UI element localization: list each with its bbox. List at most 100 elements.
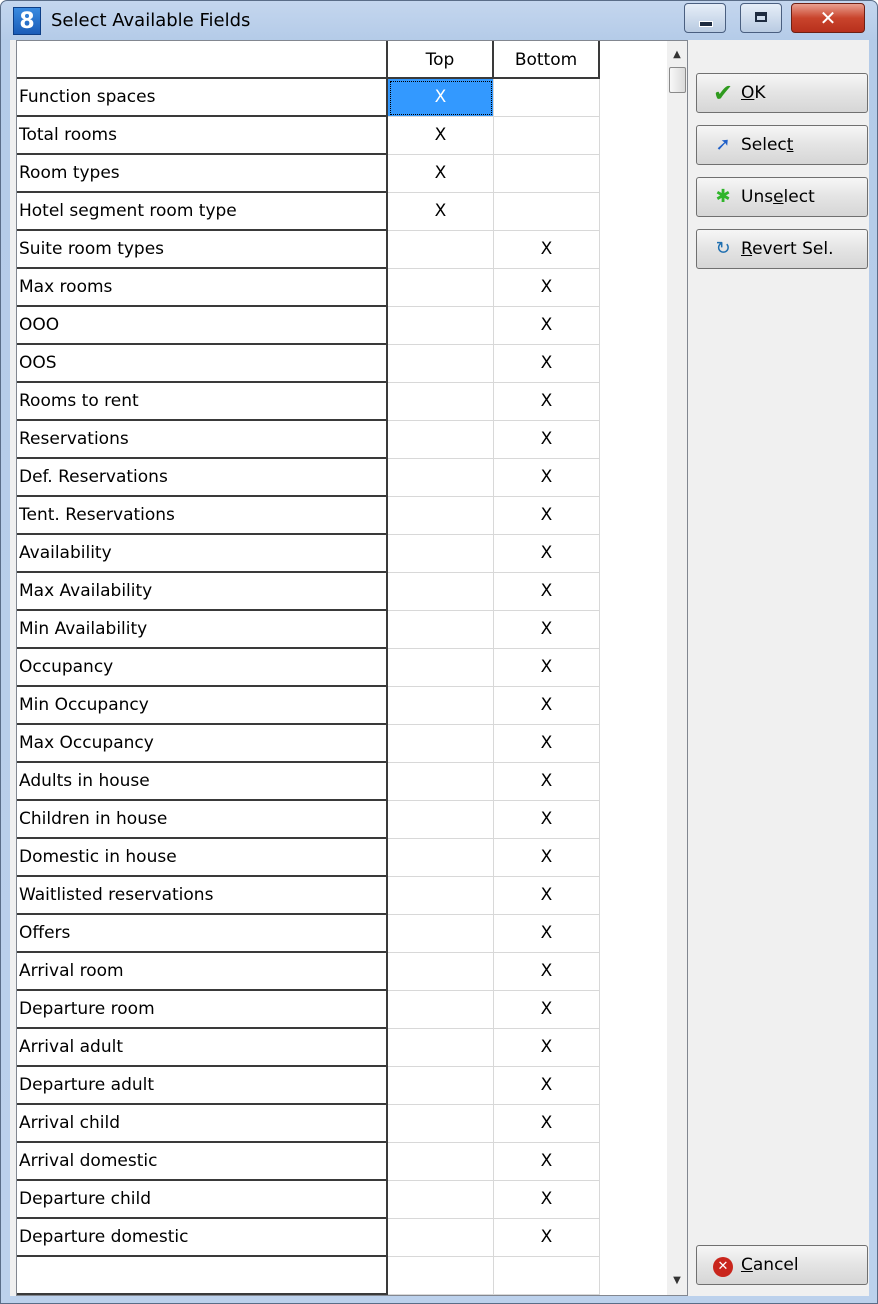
table-row[interactable]: Departure adult X bbox=[17, 1067, 667, 1105]
bottom-cell[interactable]: X bbox=[494, 839, 600, 877]
ok-button[interactable]: ✔ OK bbox=[696, 73, 868, 113]
bottom-cell[interactable]: X bbox=[494, 497, 600, 535]
top-cell[interactable] bbox=[388, 345, 494, 383]
table-row[interactable]: Occupancy X bbox=[17, 649, 667, 687]
field-name-cell[interactable]: Departure child bbox=[17, 1181, 388, 1219]
field-name-cell[interactable]: Arrival domestic bbox=[17, 1143, 388, 1181]
top-cell[interactable] bbox=[388, 611, 494, 649]
bottom-cell[interactable] bbox=[494, 1257, 600, 1295]
table-row[interactable] bbox=[17, 1257, 667, 1295]
top-cell[interactable] bbox=[388, 1143, 494, 1181]
field-name-cell[interactable]: Departure domestic bbox=[17, 1219, 388, 1257]
bottom-cell[interactable]: X bbox=[494, 269, 600, 307]
bottom-cell[interactable]: X bbox=[494, 763, 600, 801]
field-name-cell[interactable]: Arrival room bbox=[17, 953, 388, 991]
column-header-bottom[interactable]: Bottom bbox=[494, 41, 600, 79]
column-header-top[interactable]: Top bbox=[388, 41, 494, 79]
table-row[interactable]: Function spaces X bbox=[17, 79, 667, 117]
field-name-cell[interactable]: Tent. Reservations bbox=[17, 497, 388, 535]
bottom-cell[interactable] bbox=[494, 155, 600, 193]
field-name-cell[interactable]: Departure adult bbox=[17, 1067, 388, 1105]
top-cell[interactable] bbox=[388, 877, 494, 915]
field-name-cell[interactable]: Arrival adult bbox=[17, 1029, 388, 1067]
unselect-button[interactable]: ✱ Unselect bbox=[696, 177, 868, 217]
scroll-down-arrow-icon[interactable]: ▼ bbox=[667, 1271, 687, 1291]
top-cell[interactable] bbox=[388, 649, 494, 687]
top-cell[interactable] bbox=[388, 231, 494, 269]
top-cell[interactable]: X bbox=[388, 193, 494, 231]
table-row[interactable]: Departure room X bbox=[17, 991, 667, 1029]
top-cell[interactable] bbox=[388, 953, 494, 991]
table-row[interactable]: OOO X bbox=[17, 307, 667, 345]
table-row[interactable]: Arrival domestic X bbox=[17, 1143, 667, 1181]
bottom-cell[interactable]: X bbox=[494, 915, 600, 953]
maximize-button[interactable] bbox=[740, 3, 782, 33]
table-row[interactable]: Min Availability X bbox=[17, 611, 667, 649]
table-row[interactable]: Arrival child X bbox=[17, 1105, 667, 1143]
top-cell[interactable] bbox=[388, 1029, 494, 1067]
table-row[interactable]: Total rooms X bbox=[17, 117, 667, 155]
top-cell[interactable] bbox=[388, 383, 494, 421]
top-cell[interactable] bbox=[388, 1067, 494, 1105]
field-name-cell[interactable]: Function spaces bbox=[17, 79, 388, 117]
table-row[interactable]: Max Availability X bbox=[17, 573, 667, 611]
field-name-cell[interactable]: Total rooms bbox=[17, 117, 388, 155]
bottom-cell[interactable]: X bbox=[494, 307, 600, 345]
top-cell[interactable]: X bbox=[388, 79, 494, 117]
top-cell[interactable] bbox=[388, 497, 494, 535]
bottom-cell[interactable]: X bbox=[494, 459, 600, 497]
table-row[interactable]: Hotel segment room type X bbox=[17, 193, 667, 231]
top-cell[interactable] bbox=[388, 307, 494, 345]
table-row[interactable]: Room types X bbox=[17, 155, 667, 193]
field-name-cell[interactable]: Max Availability bbox=[17, 573, 388, 611]
bottom-cell[interactable]: X bbox=[494, 535, 600, 573]
bottom-cell[interactable]: X bbox=[494, 687, 600, 725]
title-bar[interactable]: 8 Select Available Fields ✕ bbox=[1, 1, 877, 41]
top-cell[interactable] bbox=[388, 269, 494, 307]
top-cell[interactable] bbox=[388, 801, 494, 839]
bottom-cell[interactable]: X bbox=[494, 1105, 600, 1143]
bottom-cell[interactable] bbox=[494, 79, 600, 117]
table-row[interactable]: Children in house X bbox=[17, 801, 667, 839]
table-row[interactable]: Def. Reservations X bbox=[17, 459, 667, 497]
top-cell[interactable] bbox=[388, 1257, 494, 1295]
top-cell[interactable] bbox=[388, 1219, 494, 1257]
select-button[interactable]: ➚ Select bbox=[696, 125, 868, 165]
field-name-cell[interactable]: OOO bbox=[17, 307, 388, 345]
table-row[interactable]: Min Occupancy X bbox=[17, 687, 667, 725]
bottom-cell[interactable]: X bbox=[494, 953, 600, 991]
field-name-cell[interactable]: Rooms to rent bbox=[17, 383, 388, 421]
table-row[interactable]: Tent. Reservations X bbox=[17, 497, 667, 535]
field-name-cell[interactable]: Children in house bbox=[17, 801, 388, 839]
table-row[interactable]: Waitlisted reservations X bbox=[17, 877, 667, 915]
field-name-cell[interactable]: Occupancy bbox=[17, 649, 388, 687]
fields-grid[interactable]: Top Bottom Function spaces X Total rooms X R… bbox=[16, 40, 688, 1296]
top-cell[interactable] bbox=[388, 1181, 494, 1219]
bottom-cell[interactable] bbox=[494, 117, 600, 155]
bottom-cell[interactable]: X bbox=[494, 611, 600, 649]
bottom-cell[interactable]: X bbox=[494, 1181, 600, 1219]
field-name-cell[interactable]: Availability bbox=[17, 535, 388, 573]
bottom-cell[interactable]: X bbox=[494, 725, 600, 763]
bottom-cell[interactable]: X bbox=[494, 345, 600, 383]
top-cell[interactable] bbox=[388, 535, 494, 573]
bottom-cell[interactable]: X bbox=[494, 991, 600, 1029]
table-row[interactable]: Departure child X bbox=[17, 1181, 667, 1219]
field-name-cell[interactable]: Offers bbox=[17, 915, 388, 953]
field-name-cell[interactable]: Arrival child bbox=[17, 1105, 388, 1143]
field-name-cell[interactable]: Adults in house bbox=[17, 763, 388, 801]
scroll-up-arrow-icon[interactable]: ▲ bbox=[667, 45, 687, 65]
bottom-cell[interactable]: X bbox=[494, 1029, 600, 1067]
table-row[interactable]: Availability X bbox=[17, 535, 667, 573]
field-name-cell[interactable]: Waitlisted reservations bbox=[17, 877, 388, 915]
field-name-cell[interactable]: Departure room bbox=[17, 991, 388, 1029]
top-cell[interactable] bbox=[388, 915, 494, 953]
bottom-cell[interactable]: X bbox=[494, 231, 600, 269]
column-header-name[interactable] bbox=[17, 41, 388, 79]
bottom-cell[interactable]: X bbox=[494, 421, 600, 459]
revert-selection-button[interactable]: ↻ Revert Sel. bbox=[696, 229, 868, 269]
field-name-cell[interactable]: Min Availability bbox=[17, 611, 388, 649]
bottom-cell[interactable]: X bbox=[494, 1219, 600, 1257]
cancel-button[interactable]: ✕ Cancel bbox=[696, 1245, 868, 1285]
close-button[interactable]: ✕ bbox=[791, 3, 865, 33]
